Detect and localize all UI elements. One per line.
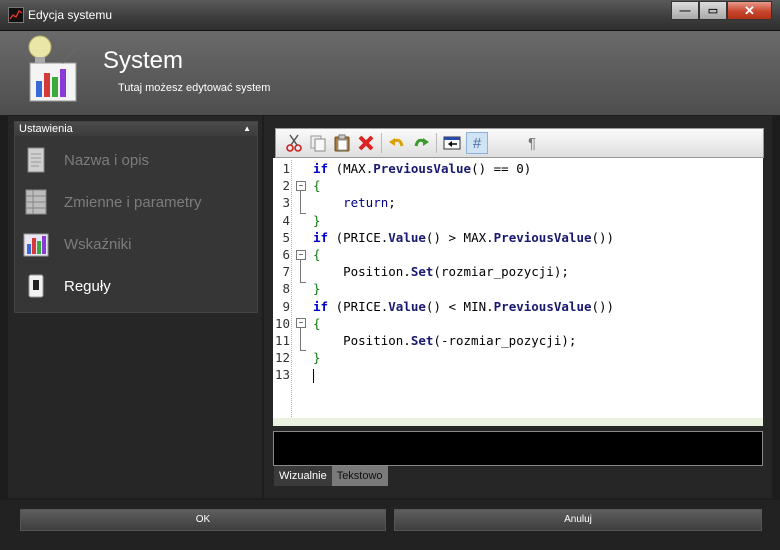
minimize-icon: — (679, 4, 691, 17)
line-number: 3 (282, 195, 290, 211)
code-line: Position.Set(rozmiar_pozycji); (313, 264, 569, 280)
sidebar-item-label: Zmienne i parametry (64, 193, 202, 211)
cancel-button[interactable]: Anuluj (394, 509, 762, 531)
code-line: if (PRICE.Value() < MIN.PreviousValue()) (313, 298, 615, 314)
insert-button[interactable] (441, 132, 463, 154)
redo-button[interactable] (410, 132, 432, 154)
delete-icon (358, 135, 374, 151)
line-number: 2 (282, 178, 290, 194)
document-icon (22, 146, 50, 174)
close-icon: ✕ (744, 2, 755, 18)
gutter-divider (291, 160, 293, 425)
line-number: 5 (282, 229, 290, 245)
code-line: } (313, 212, 321, 228)
undo-button[interactable] (386, 132, 408, 154)
code-editor[interactable]: 1 2 3 4 5 6 7 8 9 10 11 12 13 − − − if (… (273, 158, 763, 425)
line-number: 6 (282, 246, 290, 262)
edit-system-window: Edycja systemu — ▭ ✕ System Tutaj możesz… (0, 0, 780, 550)
collapse-icon[interactable]: ▲ (243, 122, 251, 136)
line-number: 10 (274, 315, 290, 331)
copy-icon (310, 135, 326, 152)
paste-button[interactable] (331, 132, 353, 154)
table-icon (22, 188, 50, 216)
maximize-icon: ▭ (707, 5, 719, 17)
code-line: { (313, 246, 321, 262)
tab-visual[interactable]: Wizualnie (274, 466, 332, 486)
cut-button[interactable] (283, 132, 305, 154)
fold-end (300, 282, 306, 283)
line-number: 9 (282, 298, 290, 314)
cut-icon (286, 134, 302, 152)
code-line: return; (343, 195, 396, 211)
line-numbers-toggle[interactable]: # (466, 132, 488, 154)
close-button[interactable]: ✕ (727, 1, 772, 20)
editor-toolbar: # ¶ (275, 128, 764, 158)
page-title: System (103, 47, 184, 74)
fold-line (300, 328, 301, 350)
sidebar-item-rules[interactable]: Reguły (22, 269, 111, 303)
system-lightbulb-icon (22, 33, 82, 109)
ok-button[interactable]: OK (20, 509, 386, 531)
code-line: if (PRICE.Value() > MAX.PreviousValue()) (313, 229, 615, 245)
code-line: if (MAX.PreviousValue() == 0) (313, 161, 532, 176)
text-cursor (313, 368, 314, 383)
minimize-button[interactable]: — (671, 1, 699, 20)
header: System Tutaj możesz edytować system (0, 31, 780, 115)
fold-marker[interactable]: − (296, 318, 306, 328)
code-line: } (313, 350, 321, 366)
code-line: { (313, 178, 321, 194)
line-number: 7 (282, 264, 290, 280)
paste-icon (334, 134, 350, 152)
code-text[interactable]: if (MAX.PreviousValue() == 0) { return; … (313, 160, 763, 383)
tab-text[interactable]: Tekstowo (331, 466, 388, 486)
bar-chart-icon (22, 230, 50, 258)
view-tabs: Wizualnie Tekstowo (274, 466, 388, 486)
sidebar-item-variables[interactable]: Zmienne i parametry (22, 185, 202, 219)
sidebar-item-label: Reguły (64, 277, 111, 295)
fold-marker[interactable]: − (296, 250, 306, 260)
hash-icon: # (472, 134, 482, 152)
fold-marker[interactable]: − (296, 181, 306, 191)
line-number: 11 (274, 332, 290, 348)
page-subtitle: Tutaj możesz edytować system (118, 82, 271, 94)
code-line: } (313, 281, 321, 297)
code-line: Position.Set(-rozmiar_pozycji); (313, 332, 577, 348)
line-number: 8 (282, 281, 290, 297)
fold-line (300, 260, 301, 282)
copy-button[interactable] (307, 132, 329, 154)
redo-icon (414, 138, 429, 147)
horizontal-scrollbar[interactable] (273, 418, 763, 426)
sidebar-item-name-description[interactable]: Nazwa i opis (22, 143, 149, 177)
sidebar-item-label: Wskaźniki (64, 235, 132, 253)
output-panel (273, 431, 763, 466)
fold-end (300, 213, 306, 214)
code-line: { (313, 315, 321, 331)
line-number: 13 (274, 367, 290, 383)
title-bar: Edycja systemu — ▭ ✕ (0, 0, 780, 31)
app-chart-icon (8, 7, 24, 23)
insert-icon (443, 136, 461, 150)
settings-header-label: Ustawienia (19, 123, 73, 135)
line-number-gutter: 1 2 3 4 5 6 7 8 9 10 11 12 13 − − − (273, 160, 313, 425)
sidebar-item-indicators[interactable]: Wskaźniki (22, 227, 132, 261)
settings-header[interactable]: Ustawienia ▲ (15, 122, 257, 136)
fold-end (300, 350, 306, 351)
rule-icon (22, 272, 50, 300)
toolbar-separator (436, 133, 437, 153)
line-number: 12 (274, 350, 290, 366)
code-line (313, 366, 763, 383)
maximize-button[interactable]: ▭ (699, 1, 727, 20)
toolbar-separator (381, 133, 382, 153)
window-title: Edycja systemu (28, 8, 113, 22)
show-whitespace-toggle[interactable]: ¶ (521, 132, 543, 154)
sidebar-item-label: Nazwa i opis (64, 151, 150, 169)
pilcrow-icon: ¶ (527, 134, 537, 152)
line-number: 1 (282, 161, 290, 176)
line-number: 4 (282, 212, 290, 228)
undo-icon (389, 138, 404, 147)
delete-button[interactable] (355, 132, 377, 154)
fold-line (300, 191, 301, 213)
